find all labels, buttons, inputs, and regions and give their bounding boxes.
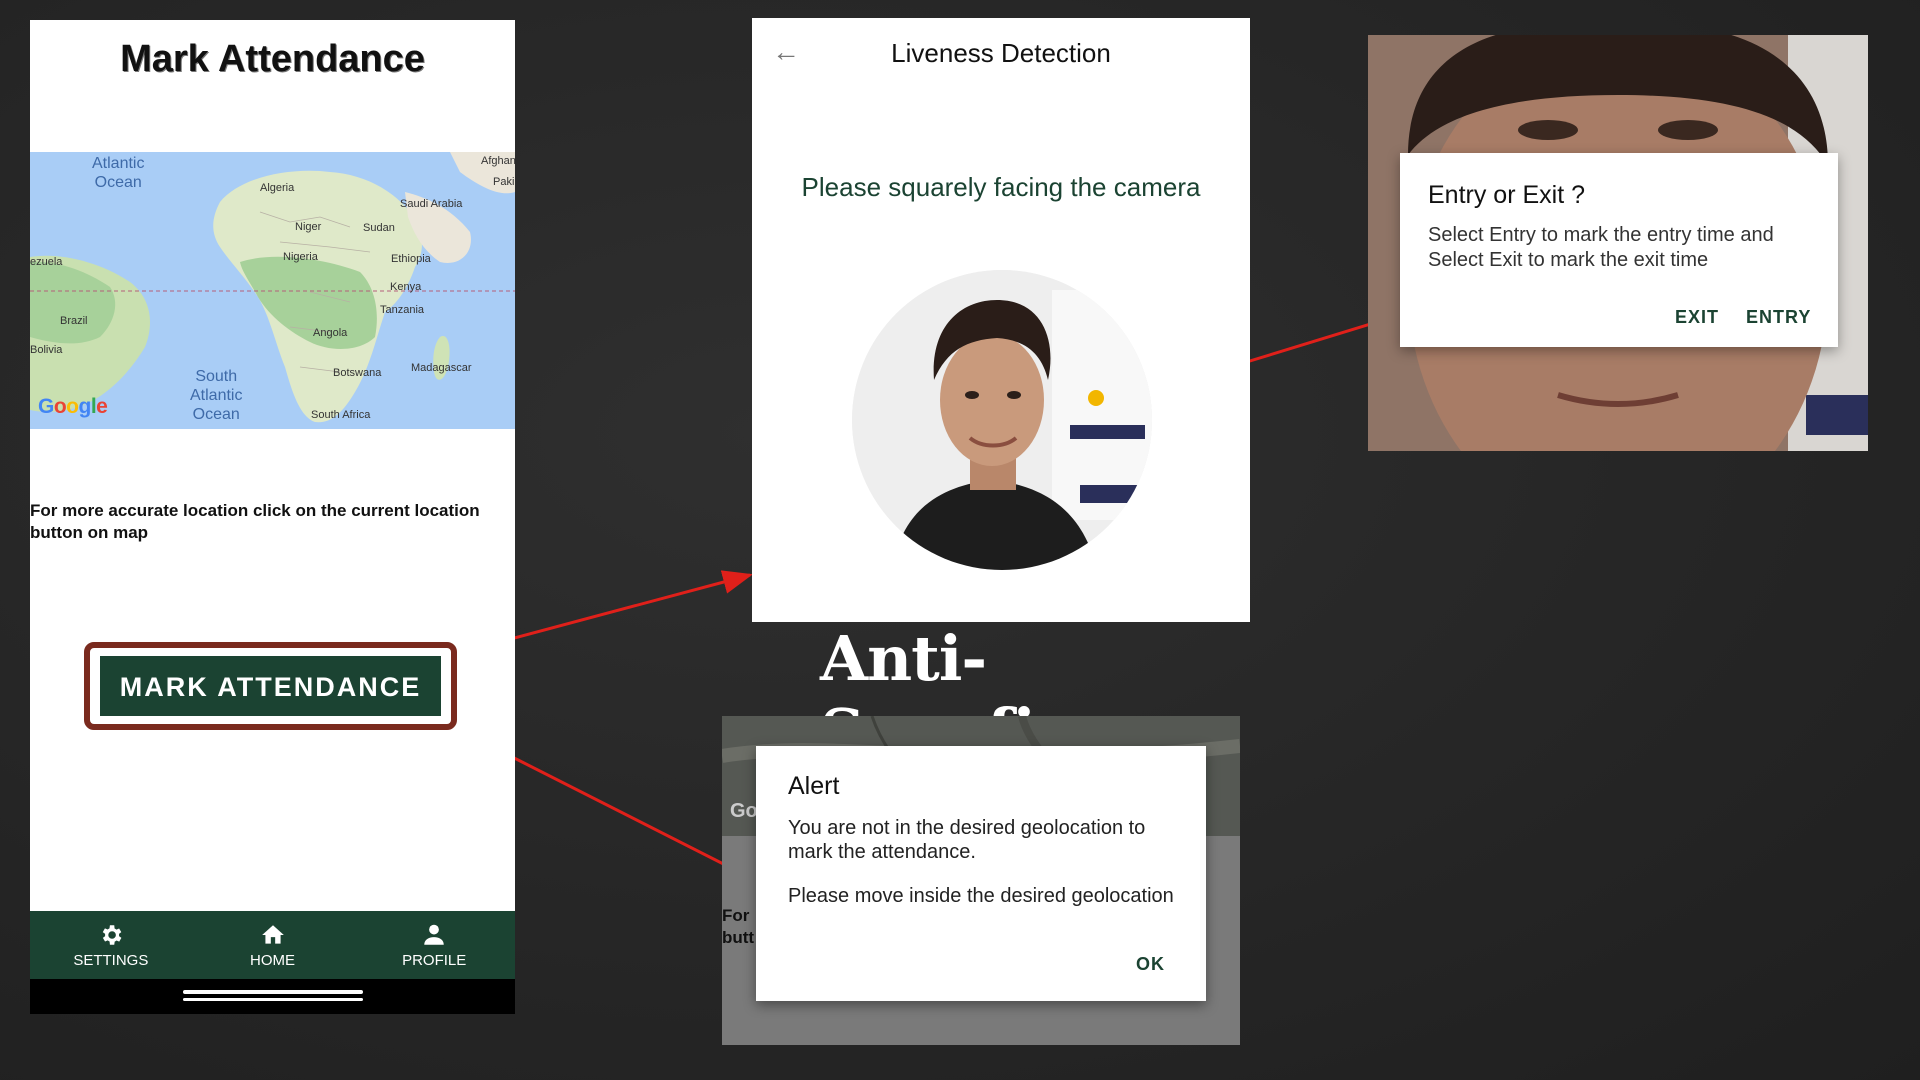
map-label-saudi-arabia: Saudi Arabia: [400, 198, 463, 210]
google-logo: Google: [38, 395, 108, 418]
map-label-afghanistan: Afghan: [481, 155, 515, 167]
mark-attendance-highlight: MARK ATTENDANCE: [84, 642, 457, 730]
bottom-navigation: SETTINGS HOME PROFILE: [30, 911, 515, 979]
alert-dialog: Alert You are not in the desired geoloca…: [756, 746, 1206, 1001]
map-label-venezuela: ezuela: [30, 256, 63, 268]
map-label-ethiopia: Ethiopia: [391, 253, 431, 265]
page-title: Mark Attendance: [120, 38, 425, 80]
entry-exit-message: Select Entry to mark the entry time and …: [1428, 224, 1774, 271]
alert-message-instruction: Please move inside the desired geolocati…: [788, 885, 1174, 907]
home-indicator[interactable]: [183, 990, 363, 994]
behind-hint-text: For: [722, 906, 750, 925]
nav-profile[interactable]: PROFILE: [353, 911, 515, 979]
nav-home[interactable]: HOME: [192, 911, 354, 979]
location-map[interactable]: Atlantic Ocean South Atlantic Ocean Algeria…: [30, 152, 515, 429]
map-label-madagascar: Madagascar: [411, 362, 472, 374]
home-indicator-line: [183, 998, 363, 1001]
entry-button[interactable]: ENTRY: [1746, 307, 1811, 328]
alert-screen: Go For butt Alert You are not in the des…: [722, 716, 1240, 1045]
liveness-title: Liveness Detection: [891, 38, 1111, 68]
map-label-angola: Angola: [313, 327, 348, 339]
map-label-nigeria: Nigeria: [283, 251, 318, 263]
map-label-niger: Niger: [295, 221, 322, 233]
entry-exit-title: Entry or Exit ?: [1428, 181, 1585, 209]
mark-attendance-button[interactable]: MARK ATTENDANCE: [100, 656, 441, 716]
gear-icon: [102, 924, 122, 945]
face-illustration: [852, 270, 1152, 570]
nav-profile-label: PROFILE: [402, 951, 467, 969]
map-label-algeria: Algeria: [260, 182, 295, 194]
entry-exit-dialog: Entry or Exit ? Select Entry to mark the…: [1400, 153, 1838, 347]
camera-face-preview: [852, 270, 1152, 570]
map-label-botswana: Botswana: [333, 367, 382, 379]
mark-attendance-screen: Mark Attendance Atlantic Ocean South Atlan…: [30, 20, 515, 1014]
map-label-atlantic: Atlantic Ocean: [92, 155, 145, 191]
behind-hint-text-2: butt: [722, 928, 755, 947]
liveness-detection-screen: ← Liveness Detection Please squarely fac…: [752, 18, 1250, 622]
alert-title: Alert: [788, 772, 840, 800]
home-icon: [261, 924, 284, 944]
person-icon: [424, 924, 444, 945]
entry-exit-screen: Entry or Exit ? Select Entry to mark the…: [1368, 35, 1868, 451]
nav-home-label: HOME: [250, 951, 295, 969]
alert-ok-button[interactable]: OK: [1136, 954, 1165, 975]
map-label-bolivia: Bolivia: [30, 344, 63, 356]
nav-settings-label: SETTINGS: [73, 951, 149, 969]
map-label-south-africa: South Africa: [311, 409, 371, 421]
map-label-pakistan: Paki: [493, 176, 515, 188]
map-label-sudan: Sudan: [363, 222, 395, 234]
behind-google-logo: Go: [730, 800, 758, 822]
exit-button[interactable]: EXIT: [1675, 307, 1719, 328]
liveness-instruction: Please squarely facing the camera: [801, 172, 1201, 202]
nav-settings[interactable]: SETTINGS: [30, 911, 192, 979]
location-hint: For more accurate location click on the …: [30, 501, 480, 542]
map-label-south-atlantic: South Atlantic Ocean: [190, 368, 243, 423]
map-label-kenya: Kenya: [390, 281, 422, 293]
map-label-tanzania: Tanzania: [380, 304, 425, 316]
alert-message: You are not in the desired geolocation t…: [788, 817, 1146, 863]
system-gesture-bar: [30, 979, 515, 1014]
map-label-brazil: Brazil: [60, 315, 88, 327]
